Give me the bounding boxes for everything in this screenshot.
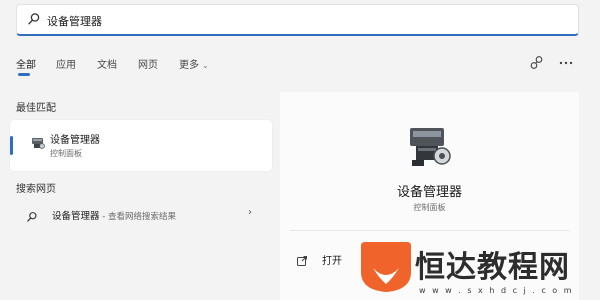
watermark: 恒达教程网 w w w . s x h d c j . c o m bbox=[355, 232, 600, 300]
search-icon bbox=[26, 208, 38, 227]
tab-more[interactable]: 更多 ⌄ bbox=[179, 56, 209, 71]
web-result-suffix: - 查看网络搜索结果 bbox=[99, 212, 176, 222]
brand-logo-icon bbox=[359, 238, 413, 298]
web-result-title: 设备管理器 bbox=[52, 211, 100, 222]
more-options-icon[interactable] bbox=[558, 55, 574, 75]
detail-app-category: 控制面板 bbox=[413, 203, 446, 212]
open-label: 打开 bbox=[322, 256, 342, 267]
open-external-icon bbox=[296, 252, 308, 271]
watermark-url: w w w . s x h d c j . c o m bbox=[419, 286, 574, 295]
best-match-title: 设备管理器 bbox=[50, 135, 100, 146]
device-manager-large-icon bbox=[404, 122, 456, 176]
tab-web[interactable]: 网页 bbox=[138, 56, 158, 71]
divider bbox=[290, 230, 569, 231]
search-input[interactable] bbox=[45, 9, 549, 33]
tab-documents[interactable]: 文档 bbox=[97, 56, 117, 71]
device-manager-icon bbox=[30, 135, 46, 155]
best-match-heading: 最佳匹配 bbox=[16, 103, 56, 114]
best-match-subtitle: 控制面板 bbox=[50, 149, 82, 158]
search-icon bbox=[27, 11, 41, 30]
search-box[interactable] bbox=[16, 4, 579, 36]
active-tab-indicator bbox=[18, 73, 30, 76]
tab-apps[interactable]: 应用 bbox=[56, 56, 76, 71]
web-search-heading: 搜索网页 bbox=[16, 184, 56, 195]
tab-all[interactable]: 全部 bbox=[16, 56, 36, 76]
chevron-down-icon: ⌄ bbox=[202, 61, 209, 70]
detail-app-name: 设备管理器 bbox=[396, 185, 462, 200]
chevron-right-icon[interactable]: › bbox=[248, 207, 252, 218]
watermark-text: 恒达教程网 bbox=[415, 250, 570, 285]
account-icon[interactable] bbox=[529, 55, 545, 75]
web-search-result[interactable]: 设备管理器 - 查看网络搜索结果 › bbox=[16, 204, 272, 226]
best-match-result[interactable]: 设备管理器 控制面板 bbox=[10, 120, 272, 171]
selection-accent bbox=[10, 136, 13, 155]
